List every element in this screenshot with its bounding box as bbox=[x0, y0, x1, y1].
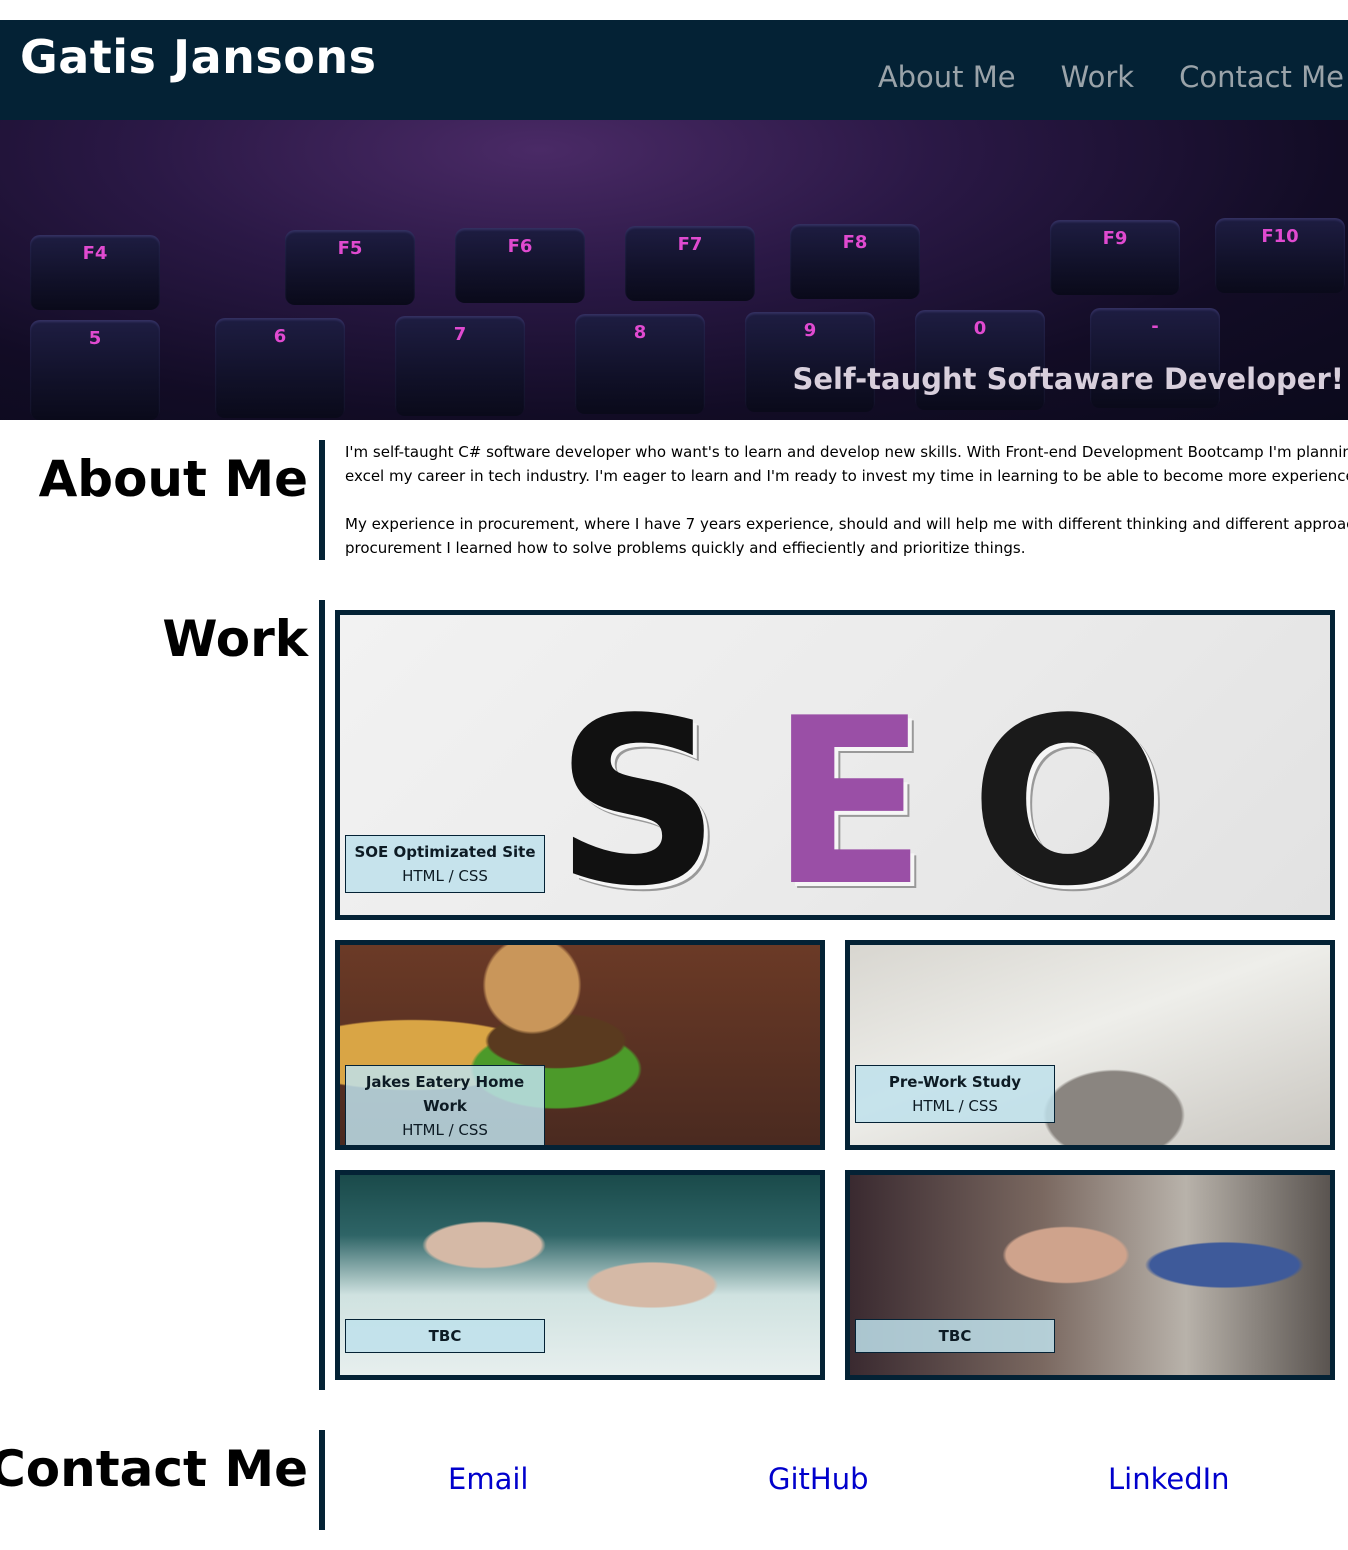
work-card-subtitle: HTML / CSS bbox=[402, 1121, 488, 1139]
keyboard-key: F9 bbox=[1050, 220, 1180, 295]
work-card-label: Pre-Work Study HTML / CSS bbox=[855, 1065, 1055, 1123]
about-me-text: I'm self-taught C# software developer wh… bbox=[345, 440, 1348, 584]
about-p1-line1: I'm self-taught C# software developer wh… bbox=[345, 443, 1348, 461]
key-glyph: F4 bbox=[82, 243, 108, 264]
work-heading: Work bbox=[162, 610, 308, 668]
seo-letter-s: S bbox=[555, 670, 721, 920]
about-paragraph-1: I'm self-taught C# software developer wh… bbox=[345, 440, 1348, 488]
hero-tagline: Self-taught Softaware Developer! bbox=[792, 362, 1345, 396]
work-card-jakes-eatery[interactable]: Jakes Eatery Home Work HTML / CSS bbox=[335, 940, 825, 1150]
work-card-title: Jakes Eatery Home Work bbox=[365, 1073, 525, 1115]
key-glyph: 7 bbox=[453, 324, 467, 345]
work-card-title: TBC bbox=[938, 1327, 972, 1345]
work-card-pre-work-study[interactable]: Pre-Work Study HTML / CSS bbox=[845, 940, 1335, 1150]
work-card-title: SOE Optimizated Site bbox=[354, 843, 536, 861]
seo-letter-o: O bbox=[970, 670, 1166, 920]
key-glyph: 0 bbox=[973, 318, 987, 339]
key-glyph: 5 bbox=[88, 328, 102, 349]
nav-about-me-link[interactable]: About Me bbox=[878, 60, 1016, 94]
contact-divider bbox=[319, 1430, 325, 1530]
work-card-tbc-2[interactable]: TBC bbox=[845, 1170, 1335, 1380]
site-header: Gatis Jansons About Me Work Contact Me bbox=[0, 20, 1348, 120]
work-card-subtitle: HTML / CSS bbox=[402, 867, 488, 885]
work-card-label: SOE Optimizated Site HTML / CSS bbox=[345, 835, 545, 893]
linkedin-link[interactable]: LinkedIn bbox=[1108, 1462, 1230, 1496]
work-card-label: Jakes Eatery Home Work HTML / CSS bbox=[345, 1065, 545, 1145]
github-link[interactable]: GitHub bbox=[768, 1462, 869, 1496]
key-glyph: - bbox=[1151, 316, 1159, 337]
key-glyph: F10 bbox=[1261, 226, 1299, 247]
email-link[interactable]: Email bbox=[448, 1462, 528, 1496]
keyboard-key: 5 bbox=[30, 320, 160, 420]
key-glyph: 8 bbox=[633, 322, 647, 343]
contact-me-heading: Contact Me bbox=[0, 1440, 308, 1498]
about-paragraph-2: My experience in procurement, where I ha… bbox=[345, 512, 1348, 560]
key-glyph: F7 bbox=[677, 234, 703, 255]
keyboard-key: F7 bbox=[625, 226, 755, 301]
about-divider bbox=[319, 440, 325, 560]
key-glyph: F8 bbox=[842, 232, 868, 253]
nav-contact-me-link[interactable]: Contact Me bbox=[1179, 60, 1344, 94]
keyboard-key: F8 bbox=[790, 224, 920, 299]
keyboard-key: F5 bbox=[285, 230, 415, 305]
nav-work-link[interactable]: Work bbox=[1061, 60, 1134, 94]
key-glyph: F5 bbox=[337, 238, 363, 259]
keyboard-key: F4 bbox=[30, 235, 160, 310]
about-p2-line2: procurement I learned how to solve probl… bbox=[345, 539, 1026, 557]
main-nav: About Me Work Contact Me bbox=[878, 60, 1344, 94]
work-card-title: Pre-Work Study bbox=[888, 1073, 1022, 1091]
seo-letter-e: E bbox=[770, 670, 928, 920]
key-glyph: 9 bbox=[803, 320, 817, 341]
work-divider bbox=[319, 600, 325, 1390]
about-p1-line2: excel my career in tech industry. I'm ea… bbox=[345, 467, 1348, 485]
work-card-subtitle: HTML / CSS bbox=[912, 1097, 998, 1115]
keyboard-key: 8 bbox=[575, 314, 705, 414]
work-card-label: TBC bbox=[855, 1319, 1055, 1353]
key-glyph: 6 bbox=[273, 326, 287, 347]
key-glyph: F6 bbox=[507, 236, 533, 257]
about-me-heading: About Me bbox=[38, 450, 308, 508]
keyboard-key: 6 bbox=[215, 318, 345, 418]
site-title: Gatis Jansons bbox=[20, 30, 377, 84]
keyboard-key: F6 bbox=[455, 228, 585, 303]
about-p2-line1: My experience in procurement, where I ha… bbox=[345, 515, 1348, 533]
keyboard-key: 7 bbox=[395, 316, 525, 416]
hero-banner: F4 F5 F6 F7 F8 F9 F10 5 6 7 8 9 0 - Self… bbox=[0, 120, 1348, 420]
key-glyph: F9 bbox=[1102, 228, 1128, 249]
work-card-seo[interactable]: S E O SOE Optimizated Site HTML / CSS bbox=[335, 610, 1335, 920]
keyboard-key: F10 bbox=[1215, 218, 1345, 293]
work-card-label: TBC bbox=[345, 1319, 545, 1353]
work-card-title: TBC bbox=[428, 1327, 462, 1345]
work-card-tbc-1[interactable]: TBC bbox=[335, 1170, 825, 1380]
